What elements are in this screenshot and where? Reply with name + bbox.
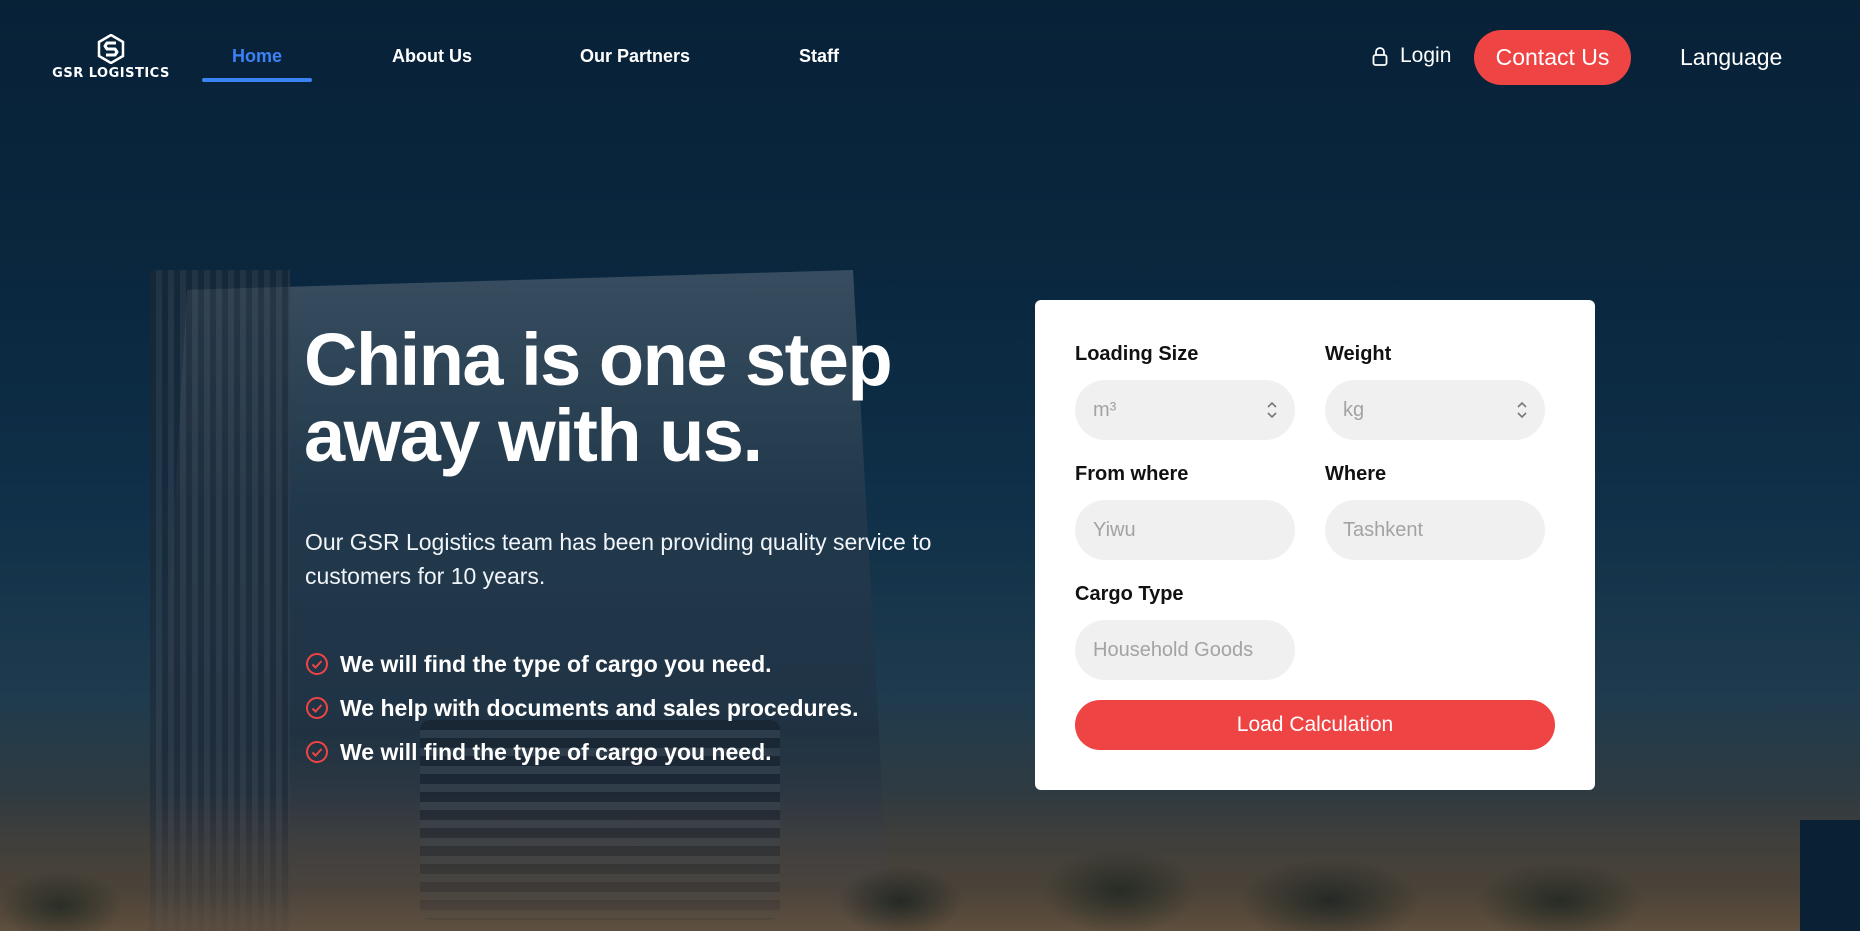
logo[interactable]: GSR LOGISTICS [52, 34, 170, 84]
login-link[interactable]: Login [1372, 44, 1451, 68]
language-selector[interactable]: Language [1680, 44, 1782, 71]
gsr-logo-icon [97, 34, 125, 64]
feature-text: We will find the type of cargo you need. [340, 738, 772, 765]
weight-label: Weight [1325, 343, 1392, 365]
check-circle-icon [306, 697, 328, 719]
logo-text: GSR LOGISTICS [52, 66, 170, 81]
loading-size-field [1075, 380, 1295, 440]
feature-list: We will find the type of cargo you need.… [305, 642, 858, 774]
from-where-input[interactable] [1091, 517, 1279, 543]
where-input[interactable] [1341, 517, 1529, 543]
nav-link-about-us[interactable]: About Us [392, 46, 472, 67]
stepper-arrows-icon[interactable] [1515, 399, 1529, 421]
nav-link-home[interactable]: Home [232, 46, 282, 67]
stepper-arrows-icon[interactable] [1265, 399, 1279, 421]
check-circle-icon [306, 741, 328, 763]
where-label: Where [1325, 463, 1387, 485]
load-calculator-form: Loading Size Weight From where Where Car… [1035, 300, 1595, 790]
lock-icon [1372, 47, 1388, 66]
hero-title: China is one step away with us. [304, 322, 924, 474]
contact-us-button[interactable]: Contact Us [1474, 30, 1631, 85]
weight-input[interactable] [1341, 397, 1509, 423]
cargo-type-label: Cargo Type [1075, 583, 1184, 605]
feature-item: We will find the type of cargo you need. [305, 730, 858, 774]
nav-link-our-partners[interactable]: Our Partners [580, 46, 690, 67]
hero-description: Our GSR Logistics team has been providin… [305, 529, 932, 589]
hero-title-line2: away with us. [304, 394, 763, 477]
feature-item: We help with documents and sales procedu… [305, 686, 858, 730]
feature-text: We will find the type of cargo you need. [340, 650, 772, 677]
weight-field [1325, 380, 1545, 440]
cargo-type-field [1075, 620, 1295, 680]
loading-size-input[interactable] [1091, 397, 1259, 423]
login-label: Login [1400, 44, 1452, 67]
feature-item: We will find the type of cargo you need. [305, 642, 858, 686]
from-where-field [1075, 500, 1295, 560]
from-where-label: From where [1075, 463, 1189, 485]
loading-size-label: Loading Size [1075, 343, 1199, 365]
cargo-type-input[interactable] [1091, 637, 1279, 663]
check-circle-icon [306, 653, 328, 675]
load-calculation-button[interactable]: Load Calculation [1075, 700, 1555, 750]
navbar: GSR LOGISTICS Home About Us Our Partners… [0, 0, 1860, 116]
nav-link-staff[interactable]: Staff [799, 46, 839, 67]
nav-active-indicator [202, 78, 312, 82]
feature-text: We help with documents and sales procedu… [340, 694, 859, 721]
hero-title-line1: China is one step [304, 318, 893, 401]
where-field [1325, 500, 1545, 560]
